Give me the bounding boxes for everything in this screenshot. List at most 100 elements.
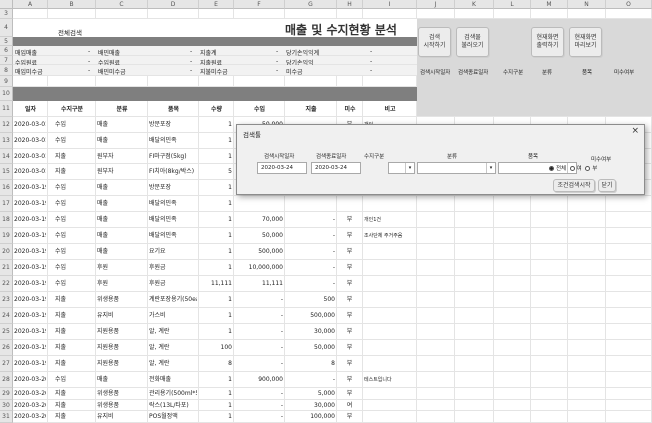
- table-cell[interactable]: 1: [200, 149, 232, 164]
- table-cell[interactable]: 부: [338, 276, 361, 292]
- table-cell[interactable]: -: [286, 244, 335, 260]
- grid-cell[interactable]: [531, 292, 568, 308]
- grid-cell[interactable]: [455, 228, 494, 244]
- grid-cell[interactable]: [606, 308, 652, 324]
- row-header[interactable]: 10: [0, 87, 13, 101]
- table-cell[interactable]: 요기요: [149, 244, 197, 260]
- close-icon[interactable]: ×: [631, 126, 639, 136]
- grid-cell[interactable]: [568, 400, 606, 411]
- table-cell[interactable]: 매출: [97, 372, 146, 388]
- table-cell[interactable]: 지출: [55, 292, 94, 308]
- radio-no[interactable]: 부: [585, 166, 597, 172]
- row-header[interactable]: 30: [0, 400, 13, 411]
- grid-cell[interactable]: [455, 324, 494, 340]
- table-cell[interactable]: 매출: [97, 196, 146, 212]
- column-header[interactable]: G: [285, 0, 337, 9]
- grid-cell[interactable]: [568, 292, 606, 308]
- grid-cell[interactable]: [455, 411, 494, 423]
- grid-cell[interactable]: [531, 388, 568, 400]
- type-select[interactable]: ▾: [388, 162, 415, 174]
- table-cell[interactable]: 5,000: [286, 388, 335, 400]
- table-cell[interactable]: [364, 308, 415, 324]
- table-cell[interactable]: 2020-03-19: [14, 276, 46, 292]
- grid-cell[interactable]: [455, 276, 494, 292]
- grid-cell[interactable]: [531, 411, 568, 423]
- table-cell[interactable]: 수입: [55, 276, 94, 292]
- grid-cell[interactable]: [568, 372, 606, 388]
- table-cell[interactable]: [235, 196, 283, 212]
- search-reload-button[interactable]: 검색물 불러오기: [456, 27, 489, 57]
- table-cell[interactable]: 지출: [55, 388, 94, 400]
- grid-cell[interactable]: [494, 324, 531, 340]
- table-cell[interactable]: 부: [338, 411, 361, 423]
- table-cell[interactable]: 부: [338, 228, 361, 244]
- grid-cell[interactable]: [199, 76, 234, 87]
- table-cell[interactable]: 테스트입니다: [364, 372, 415, 388]
- table-cell[interactable]: 지출: [55, 411, 94, 423]
- condition-search-button[interactable]: 조건검색시작: [553, 179, 595, 192]
- grid-cell[interactable]: [568, 324, 606, 340]
- column-header[interactable]: K: [455, 0, 494, 9]
- table-cell[interactable]: 부: [338, 212, 361, 228]
- grid-cell[interactable]: [455, 308, 494, 324]
- grid-cell[interactable]: [568, 228, 606, 244]
- table-cell[interactable]: 매출: [97, 180, 146, 196]
- grid-cell[interactable]: [48, 76, 96, 87]
- row-header[interactable]: 5: [0, 37, 13, 46]
- table-cell[interactable]: 원부자: [97, 149, 146, 164]
- grid-cell[interactable]: [494, 228, 531, 244]
- table-cell[interactable]: 2020-03-19: [14, 324, 46, 340]
- grid-cell[interactable]: [48, 9, 96, 19]
- column-header[interactable]: M: [531, 0, 568, 9]
- table-cell[interactable]: 원부자: [97, 164, 146, 180]
- grid-cell[interactable]: [494, 308, 531, 324]
- table-cell[interactable]: 지출: [55, 149, 94, 164]
- table-cell[interactable]: [364, 400, 415, 411]
- table-cell[interactable]: 지출: [55, 400, 94, 411]
- table-cell[interactable]: [364, 356, 415, 372]
- table-cell[interactable]: 부: [338, 324, 361, 340]
- grid-cell[interactable]: [494, 196, 531, 212]
- row-header[interactable]: 3: [0, 9, 13, 19]
- radio-all[interactable]: 전체: [549, 166, 566, 172]
- table-cell[interactable]: 1: [200, 244, 232, 260]
- row-header[interactable]: 6: [0, 46, 13, 56]
- grid-cell[interactable]: [568, 411, 606, 423]
- grid-cell[interactable]: [606, 260, 652, 276]
- grid-cell[interactable]: [531, 372, 568, 388]
- table-cell[interactable]: 위생용품: [97, 292, 146, 308]
- table-cell[interactable]: 부: [338, 340, 361, 356]
- table-cell[interactable]: 관리용기(500ml*50): [149, 388, 197, 400]
- column-header[interactable]: O: [606, 0, 652, 9]
- table-cell[interactable]: 부: [338, 308, 361, 324]
- grid-cell[interactable]: [337, 9, 363, 19]
- grid-cell[interactable]: [531, 196, 568, 212]
- grid-cell[interactable]: [285, 9, 337, 19]
- end-date-field[interactable]: 2020-03-24: [311, 162, 361, 174]
- row-header[interactable]: 20: [0, 244, 13, 260]
- table-cell[interactable]: 수입: [55, 228, 94, 244]
- table-cell[interactable]: 2020-03-19: [14, 180, 46, 196]
- print-current-button[interactable]: 현재화면 출력하기: [531, 27, 564, 57]
- table-cell[interactable]: -: [235, 411, 283, 423]
- table-cell[interactable]: 5: [200, 164, 232, 180]
- grid-cell[interactable]: [96, 76, 148, 87]
- column-header[interactable]: L: [494, 0, 531, 9]
- table-cell[interactable]: 매출: [97, 212, 146, 228]
- grid-cell[interactable]: [531, 400, 568, 411]
- table-cell[interactable]: 락스(13L/타포): [149, 400, 197, 411]
- grid-cell[interactable]: [531, 212, 568, 228]
- radio-yes[interactable]: 여: [569, 166, 582, 172]
- table-cell[interactable]: [364, 276, 415, 292]
- table-cell[interactable]: 11,111: [200, 276, 232, 292]
- grid-cell[interactable]: [148, 76, 199, 87]
- table-cell[interactable]: 매출: [97, 133, 146, 149]
- grid-cell[interactable]: [606, 324, 652, 340]
- column-header[interactable]: J: [417, 0, 455, 9]
- table-cell[interactable]: 배달의민족: [149, 196, 197, 212]
- start-date-field[interactable]: 2020-03-24: [257, 162, 307, 174]
- table-cell[interactable]: 2020-03-20: [14, 388, 46, 400]
- table-cell[interactable]: 수입: [55, 133, 94, 149]
- table-cell[interactable]: 지출: [55, 356, 94, 372]
- table-cell[interactable]: 수입: [55, 212, 94, 228]
